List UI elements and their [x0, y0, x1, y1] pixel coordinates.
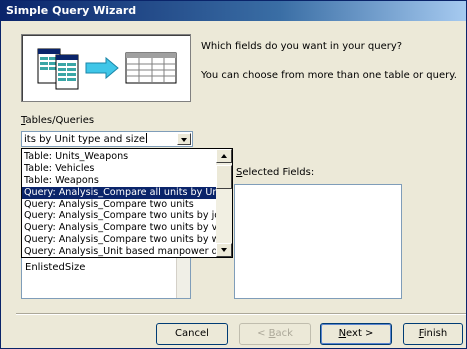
dropdown-item[interactable]: Table: Weapons: [22, 175, 218, 187]
scroll-up-button[interactable]: [216, 149, 232, 163]
tables-queries-input[interactable]: its by Unit type and size: [24, 133, 147, 145]
finish-button-label: inish: [423, 328, 448, 339]
tables-queries-combobox[interactable]: its by Unit type and size: [21, 131, 193, 147]
dropdown-item[interactable]: Query: Analysis_Compare all units by Un: [22, 186, 218, 199]
back-button-prefix: <: [257, 328, 269, 339]
tables-queries-label: Tables/Queries: [21, 115, 94, 126]
query-wizard-dialog: Simple Query Wizard Which fields do you …: [0, 0, 467, 349]
intro-hint: You can choose from more than one table …: [201, 70, 457, 81]
tables-queries-label-text: ables/Queries: [25, 115, 95, 126]
scroll-down-button[interactable]: [216, 243, 232, 257]
next-button-label: ext >: [346, 328, 374, 339]
dropdown-item[interactable]: Query: Analysis_Compare two units by jo: [22, 210, 218, 222]
cancel-button-label: Cancel: [175, 328, 209, 339]
chevron-up-icon: [221, 154, 227, 158]
window-title: Simple Query Wizard: [6, 4, 137, 17]
dropdown-items: Table: Units_Weapons Table: Vehicles Table…: [22, 151, 218, 257]
intro-question: Which fields do you want in your query?: [201, 41, 403, 52]
dropdown-scrollbar[interactable]: [216, 149, 232, 257]
tables-queries-dropdown-list[interactable]: Table: Units_Weapons Table: Vehicles Table…: [21, 148, 233, 258]
tables-queries-value: its by Unit type and size: [24, 134, 145, 145]
text-cursor: [145, 133, 147, 143]
next-button[interactable]: Next >: [320, 323, 392, 345]
finish-button[interactable]: Finish: [403, 323, 463, 345]
dropdown-item[interactable]: Table: Vehicles: [22, 163, 218, 175]
dropdown-item[interactable]: Table: Units_Weapons: [22, 151, 218, 163]
selected-fields-label-text: elected Fields:: [242, 167, 315, 178]
chevron-down-icon: [181, 138, 187, 142]
wizard-illustration: [21, 34, 191, 102]
available-field-item[interactable]: EnlistedSize: [25, 262, 85, 273]
dropdown-item[interactable]: Query: Analysis_Unit based manpower q: [22, 246, 218, 257]
scroll-thumb[interactable]: [216, 165, 232, 189]
back-button-label: ack: [275, 328, 293, 339]
dropdown-item[interactable]: Query: Analysis_Compare two units: [22, 199, 218, 211]
button-separator: [16, 313, 466, 315]
back-button-accel: B: [268, 328, 276, 339]
tables-to-query-icon: [37, 48, 177, 90]
chevron-down-icon: [221, 248, 227, 252]
dropdown-item[interactable]: Query: Analysis_Compare two units by v: [22, 222, 218, 234]
selected-fields-list[interactable]: [234, 184, 402, 299]
back-button[interactable]: < Back: [239, 323, 311, 345]
selected-fields-label: Selected Fields:: [236, 167, 314, 178]
cancel-button[interactable]: Cancel: [156, 323, 228, 345]
dropdown-item[interactable]: Query: Analysis_Compare two units by w: [22, 234, 218, 246]
next-button-accel: N: [338, 328, 347, 339]
tables-queries-dropdown-button[interactable]: [177, 133, 191, 145]
title-bar: Simple Query Wizard: [1, 1, 466, 21]
